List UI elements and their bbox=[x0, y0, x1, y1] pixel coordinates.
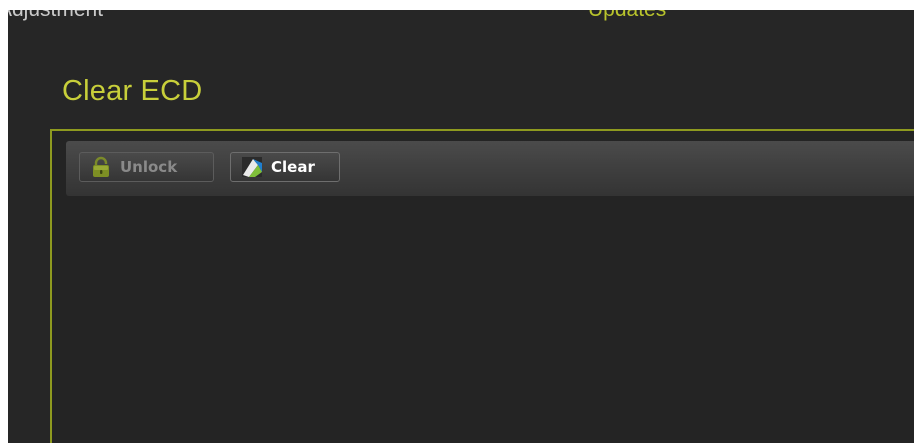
tab-adjustment[interactable]: Adjustment bbox=[8, 10, 103, 22]
clear-button[interactable]: Clear bbox=[230, 152, 340, 182]
tab-updates[interactable]: Updates bbox=[588, 10, 666, 22]
unlock-label: Unlock bbox=[120, 158, 178, 176]
unlock-button[interactable]: Unlock bbox=[79, 152, 214, 182]
toolbar: Unlock Clear bbox=[66, 141, 914, 196]
app-window: Adjustment Updates Clear ECD Unlock bbox=[8, 10, 914, 443]
content-panel: Unlock Clear bbox=[50, 129, 914, 443]
eraser-icon bbox=[241, 156, 263, 178]
clear-label: Clear bbox=[271, 158, 315, 176]
lock-icon bbox=[90, 156, 112, 178]
page-title: Clear ECD bbox=[62, 75, 203, 107]
